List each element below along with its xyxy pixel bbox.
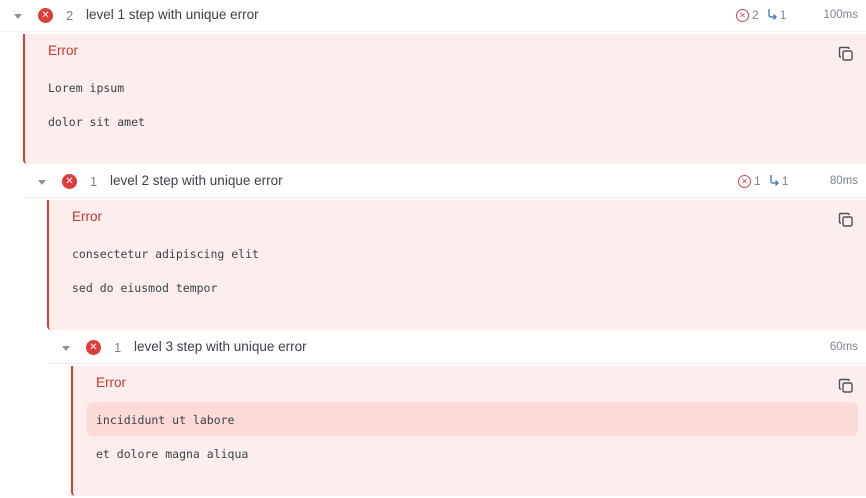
step-counts: ✕ 1 1 — [738, 174, 788, 188]
step-duration: 60ms — [829, 341, 858, 353]
error-box-level3: Error incididunt ut labore et dolore mag… — [71, 366, 866, 496]
error-line: Lorem ipsum — [48, 81, 125, 95]
copy-icon[interactable] — [838, 378, 854, 394]
error-line: incididunt ut labore — [96, 413, 235, 427]
error-x-icon: ✕ — [62, 174, 77, 189]
step-title: level 1 step with unique error — [86, 7, 259, 22]
child-count: 1 — [779, 8, 787, 22]
error-label: Error — [96, 375, 126, 390]
step-row-level3[interactable]: ✕ 1 level 3 step with unique error 60ms — [48, 332, 866, 364]
step-index: 1 — [114, 340, 122, 355]
step-index: 2 — [66, 8, 74, 23]
copy-icon[interactable] — [838, 46, 854, 62]
caret-down-icon[interactable] — [14, 14, 22, 19]
step-counts: ✕ 2 1 — [736, 8, 786, 22]
error-circle-icon: ✕ — [738, 174, 751, 188]
step-row-level1[interactable]: ✕ 2 level 1 step with unique error ✕ 2 1… — [0, 0, 866, 32]
child-arrow-icon — [769, 175, 779, 186]
child-count: 1 — [781, 174, 789, 188]
error-box-level1: Error Lorem ipsum dolor sit amet — [23, 34, 866, 164]
error-x-icon: ✕ — [86, 340, 101, 355]
step-row-level2[interactable]: ✕ 1 level 2 step with unique error ✕ 1 1… — [24, 166, 866, 198]
error-line: dolor sit amet — [48, 115, 145, 129]
error-line: consectetur adipiscing elit — [72, 247, 259, 261]
error-count: 1 — [754, 174, 761, 188]
copy-icon[interactable] — [838, 212, 854, 228]
step-duration: 80ms — [829, 175, 858, 187]
child-arrow-icon — [767, 9, 777, 20]
error-circle-icon: ✕ — [736, 8, 749, 22]
step-title: level 2 step with unique error — [110, 173, 283, 188]
error-label: Error — [48, 43, 78, 58]
error-label: Error — [72, 209, 102, 224]
error-count: 2 — [752, 8, 759, 22]
error-line: sed do eiusmod tempor — [72, 281, 218, 295]
caret-down-icon[interactable] — [62, 346, 70, 351]
step-duration: 100ms — [823, 9, 858, 21]
step-index: 1 — [90, 174, 98, 189]
step-title: level 3 step with unique error — [134, 339, 307, 354]
error-box-level2: Error consectetur adipiscing elit sed do… — [47, 200, 866, 330]
error-x-icon: ✕ — [38, 8, 53, 23]
caret-down-icon[interactable] — [38, 180, 46, 185]
error-line: et dolore magna aliqua — [96, 447, 249, 461]
